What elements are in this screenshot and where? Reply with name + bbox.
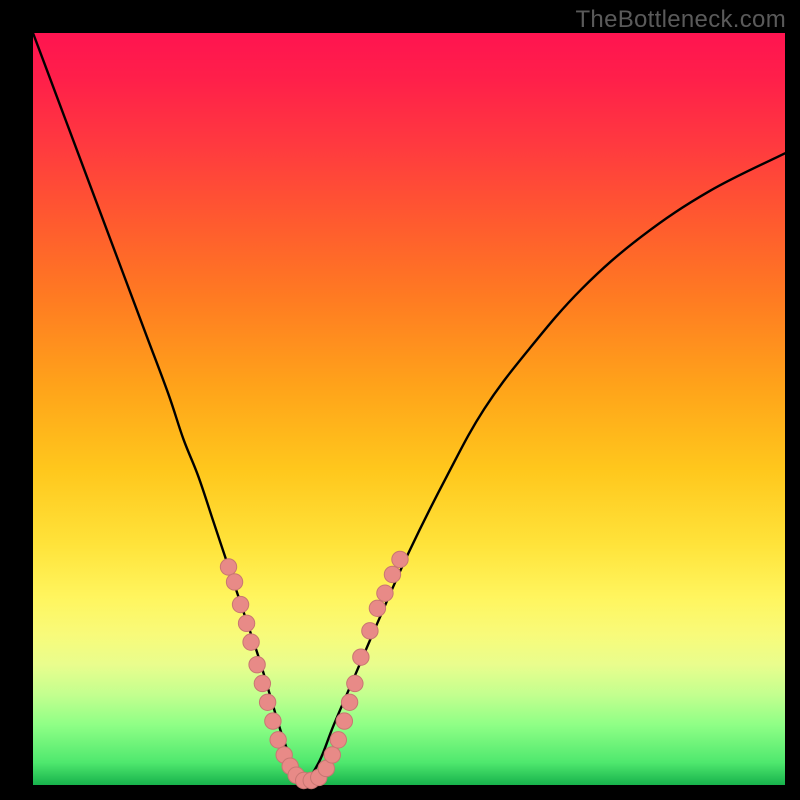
marker-dot [336,713,352,729]
marker-dot [377,585,393,601]
marker-dot [362,623,378,639]
marker-dot [324,747,340,763]
marker-dot [392,551,408,567]
marker-dot [254,675,270,691]
marker-dot [259,694,275,710]
marker-dot [353,649,369,665]
plot-area [33,33,785,785]
chart-stage: TheBottleneck.com [0,0,800,800]
marker-dot [384,566,400,582]
marker-dot [265,713,281,729]
marker-dot [270,732,286,748]
marker-dot [249,656,265,672]
marker-dot [341,694,357,710]
highlight-dots [220,551,408,788]
chart-svg [33,33,785,785]
marker-dot [238,615,254,631]
marker-dot [347,675,363,691]
marker-dot [369,600,385,616]
marker-dot [243,634,259,650]
marker-dot [330,732,346,748]
marker-dot [220,559,236,575]
bottleneck-curve [33,33,785,781]
marker-dot [232,596,248,612]
watermark-text: TheBottleneck.com [575,6,786,34]
marker-dot [226,574,242,590]
